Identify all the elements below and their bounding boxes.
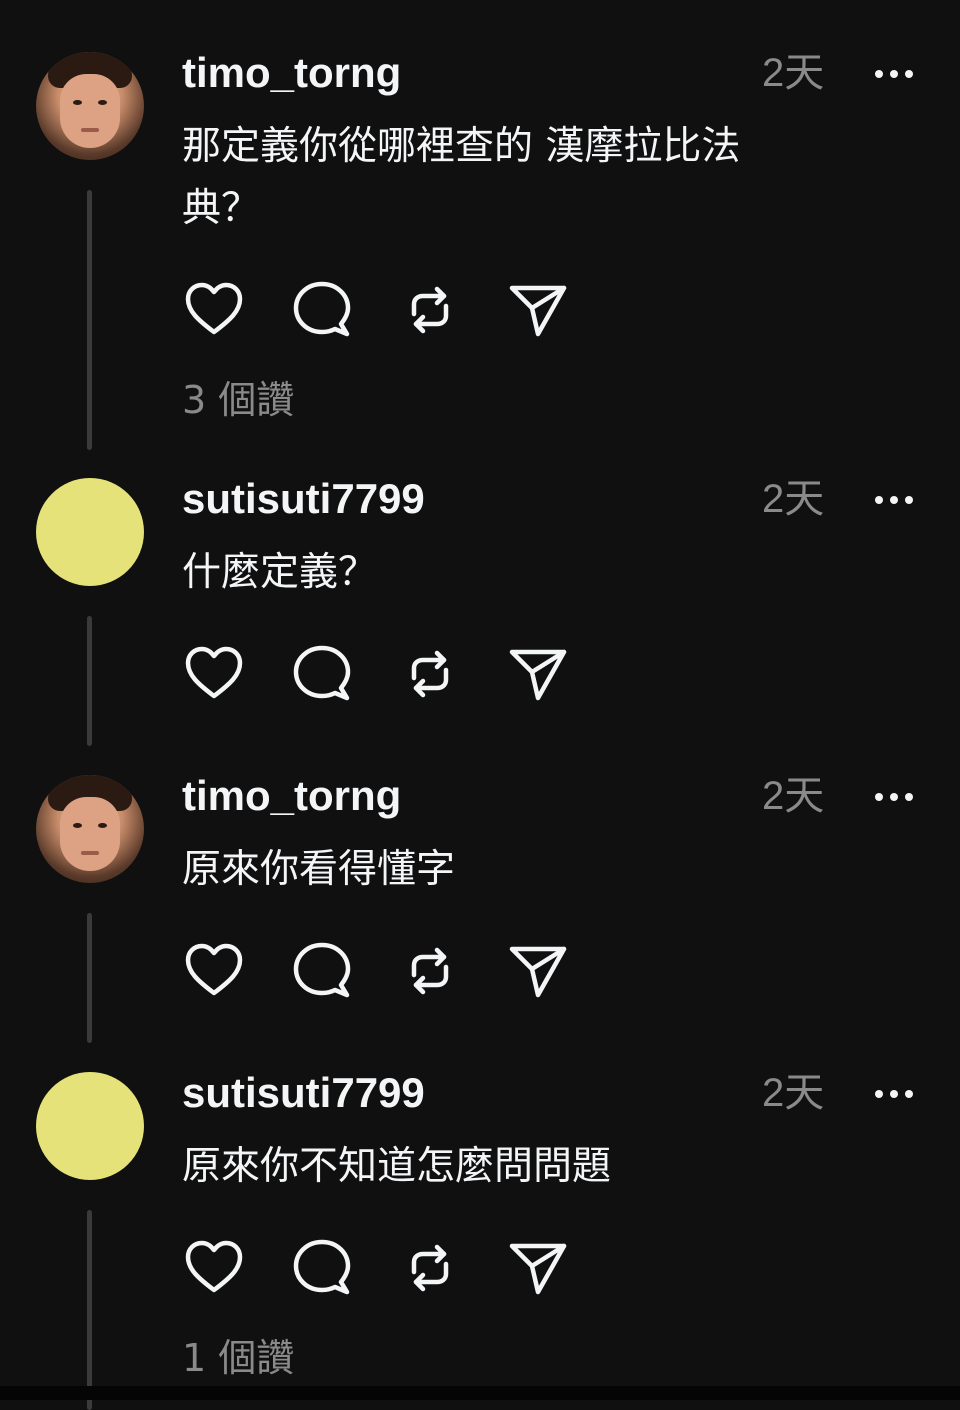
heart-icon[interactable] xyxy=(184,280,244,340)
avatar[interactable] xyxy=(36,1072,144,1180)
timestamp: 2天 xyxy=(762,477,825,521)
send-icon[interactable] xyxy=(508,644,568,704)
heart-icon[interactable] xyxy=(184,941,244,1001)
repost-icon[interactable] xyxy=(400,644,460,704)
avatar[interactable] xyxy=(36,775,144,883)
more-dots-icon[interactable] xyxy=(874,792,914,802)
avatar[interactable] xyxy=(36,478,144,586)
timestamp: 2天 xyxy=(762,1071,825,1115)
username[interactable]: sutisuti7799 xyxy=(182,474,425,524)
comment-text: 原來你不知道怎麼問問題 xyxy=(182,1144,612,1189)
timestamp: 2天 xyxy=(762,774,825,818)
thread-line xyxy=(87,616,92,746)
like-count[interactable]: 1 個讚 xyxy=(182,1334,294,1382)
avatar[interactable] xyxy=(36,52,144,160)
comment-bubble-icon[interactable] xyxy=(292,1238,352,1298)
bottom-edge xyxy=(0,1386,960,1400)
thread-line xyxy=(87,1210,92,1410)
comment-text: 那定義你從哪裡查的 漢摩拉比法 典？ xyxy=(182,124,741,231)
heart-icon[interactable] xyxy=(184,1238,244,1298)
more-dots-icon[interactable] xyxy=(874,495,914,505)
action-bar xyxy=(182,1238,582,1298)
more-dots-icon[interactable] xyxy=(874,69,914,79)
action-bar xyxy=(182,644,582,704)
heart-icon[interactable] xyxy=(184,644,244,704)
repost-icon[interactable] xyxy=(400,280,460,340)
comment-text: 什麼定義？ xyxy=(182,550,378,595)
comment-bubble-icon[interactable] xyxy=(292,941,352,1001)
thread-line xyxy=(87,190,92,450)
username[interactable]: sutisuti7799 xyxy=(182,1068,425,1118)
action-bar xyxy=(182,941,582,1001)
comment-bubble-icon[interactable] xyxy=(292,644,352,704)
action-bar xyxy=(182,280,582,340)
username[interactable]: timo_torng xyxy=(182,771,401,821)
comment-text: 原來你看得懂字 xyxy=(182,847,456,892)
send-icon[interactable] xyxy=(508,1238,568,1298)
send-icon[interactable] xyxy=(508,941,568,1001)
repost-icon[interactable] xyxy=(400,1238,460,1298)
repost-icon[interactable] xyxy=(400,941,460,1001)
timestamp: 2天 xyxy=(762,51,825,95)
more-dots-icon[interactable] xyxy=(874,1089,914,1099)
username[interactable]: timo_torng xyxy=(182,48,401,98)
comment-bubble-icon[interactable] xyxy=(292,280,352,340)
thread-line xyxy=(87,913,92,1043)
like-count[interactable]: 3 個讚 xyxy=(182,376,294,424)
send-icon[interactable] xyxy=(508,280,568,340)
